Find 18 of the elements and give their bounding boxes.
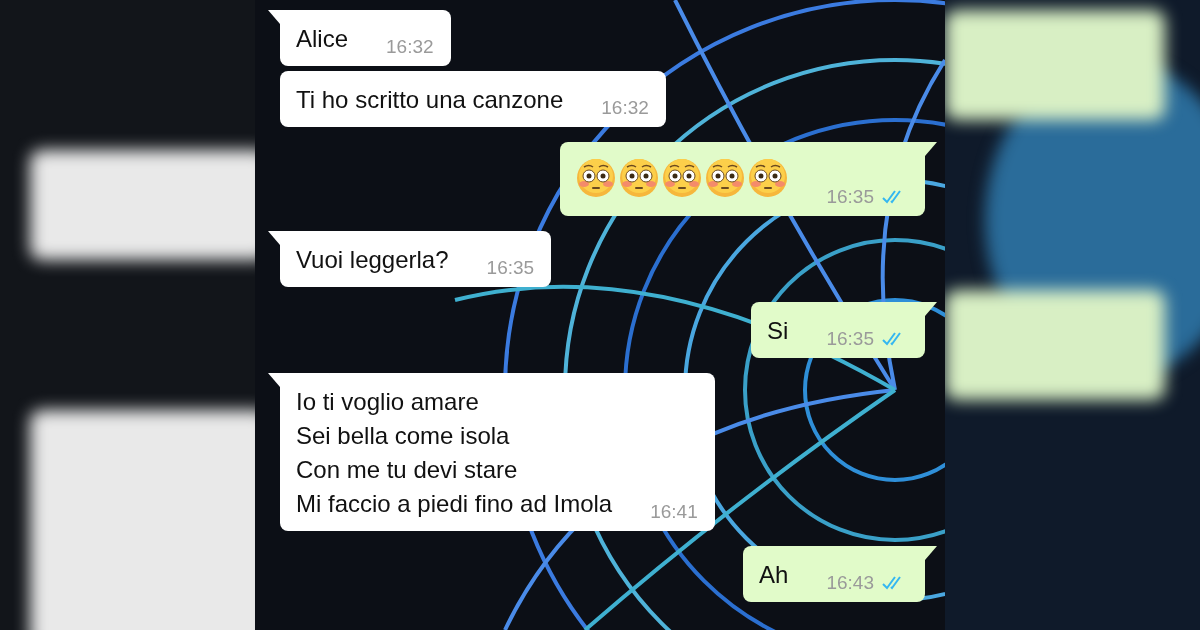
message-time: 16:32: [601, 97, 649, 119]
flushed-face-icon: [619, 158, 660, 198]
message-text: Ah: [759, 560, 789, 590]
message-text: Ti ho scritto una canzone: [296, 85, 564, 115]
message-text: Io ti voglio amare Sei bella come isola Con me tu devi stare Mi faccio a piedi fino ad Imola: [296, 387, 613, 519]
message-text: Si: [767, 316, 789, 346]
message-time: 16:32: [386, 36, 434, 58]
flushed-face-icon: [576, 158, 617, 198]
flushed-face-icon: [705, 158, 746, 198]
flushed-face-icon: [748, 158, 789, 198]
message-time: 16:43: [826, 572, 874, 594]
message-time: 16:35: [486, 257, 535, 279]
message-time: 16:35: [826, 186, 874, 208]
flushed-face-icon: [662, 158, 703, 198]
message-time: 16:35: [826, 328, 874, 350]
message-text: Vuoi leggerla?: [296, 245, 449, 275]
message-time: 16:41: [650, 501, 698, 523]
message-text: Alice: [296, 24, 349, 54]
